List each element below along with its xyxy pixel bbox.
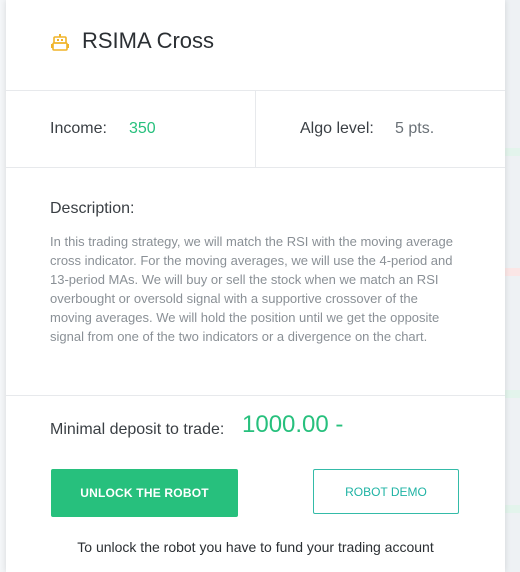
robot-title: RSIMA Cross xyxy=(82,28,215,53)
algo-level-value: 5 pts. xyxy=(395,120,435,137)
robot-details-panel: RSIMA Cross Income: 350 Algo level: 5 pt… xyxy=(6,0,505,572)
income-value: 350 xyxy=(129,120,156,137)
robot-demo-button[interactable]: ROBOT DEMO xyxy=(313,469,459,514)
unlock-robot-button[interactable]: UNLOCK THE ROBOT xyxy=(51,469,238,517)
background-stripe xyxy=(505,268,520,276)
stats-divider xyxy=(255,91,256,167)
background-stripe xyxy=(505,148,520,156)
description-text: In this trading strategy, we will match … xyxy=(50,234,453,344)
unlock-hint: To unlock the robot you have to fund you… xyxy=(77,539,434,555)
description-label: Description: xyxy=(50,200,135,217)
robot-stats: Income: 350 Algo level: 5 pts. xyxy=(6,91,505,168)
robot-icon xyxy=(51,34,69,51)
section-divider xyxy=(6,395,505,396)
background-list xyxy=(505,0,520,572)
minimal-deposit-value: 1000.00 - xyxy=(242,411,344,438)
income-label: Income: xyxy=(50,120,107,137)
background-stripe xyxy=(505,505,520,513)
background-stripe xyxy=(505,390,520,398)
minimal-deposit-label: Minimal deposit to trade: xyxy=(50,421,225,438)
panel-header: RSIMA Cross xyxy=(6,0,505,91)
algo-level-label: Algo level: xyxy=(300,120,374,137)
